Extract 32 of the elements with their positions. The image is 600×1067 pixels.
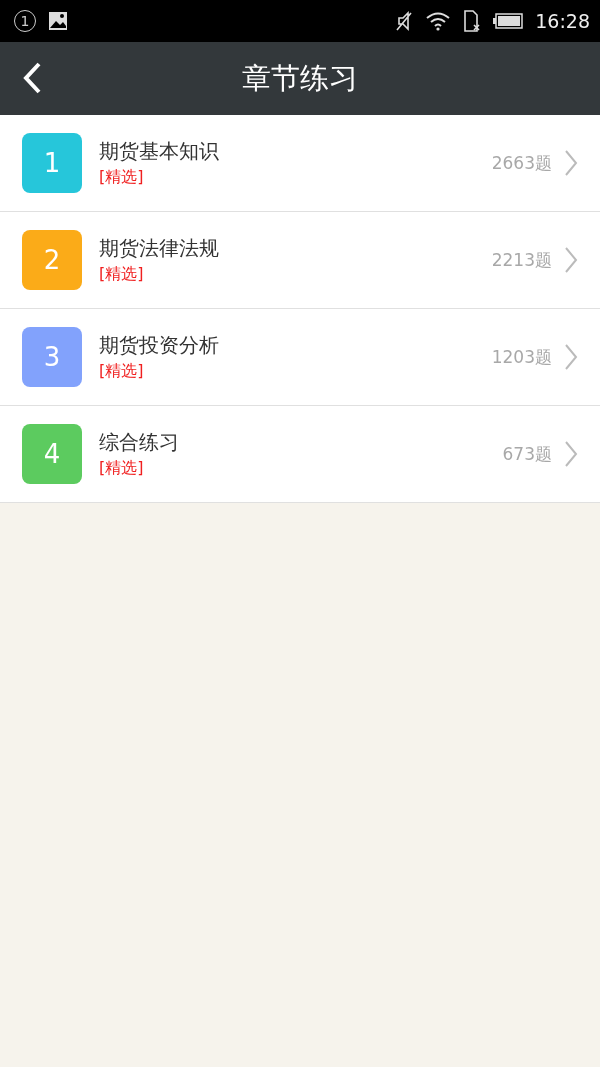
back-icon bbox=[22, 61, 42, 95]
chapter-title: 期货法律法规 bbox=[99, 235, 220, 262]
chapter-title: 综合练习 bbox=[99, 429, 180, 456]
chevron-icon bbox=[564, 246, 578, 274]
image-icon bbox=[48, 11, 68, 31]
wifi-icon bbox=[425, 11, 452, 31]
chapter-number: 4 bbox=[22, 424, 82, 484]
chevron-icon bbox=[564, 149, 578, 177]
mute-icon bbox=[395, 10, 414, 32]
battery-icon bbox=[493, 13, 524, 29]
sim-icon bbox=[463, 10, 482, 32]
chapter-tag: [精选] bbox=[99, 458, 503, 479]
chevron-icon bbox=[564, 440, 578, 468]
chapter-row[interactable]: 3 期货投资分析 [精选] 1203题 bbox=[0, 309, 600, 406]
page-title: 章节练习 bbox=[242, 59, 358, 97]
chapter-tag: [精选] bbox=[99, 361, 492, 382]
chapter-tag: [精选] bbox=[99, 264, 492, 285]
question-count: 2213题 bbox=[491, 248, 552, 272]
chapter-title: 期货基本知识 bbox=[99, 138, 220, 165]
question-count: 2663题 bbox=[491, 151, 552, 175]
chapter-number: 3 bbox=[22, 327, 82, 387]
question-count: 673题 bbox=[502, 442, 552, 466]
chapter-number: 2 bbox=[22, 230, 82, 290]
chapter-title: 期货投资分析 bbox=[99, 332, 220, 359]
clock: 16:28 bbox=[535, 10, 590, 32]
chevron-icon bbox=[564, 343, 578, 371]
chapter-row[interactable]: 1 期货基本知识 [精选] 2663题 bbox=[0, 115, 600, 212]
chapter-tag: [精选] bbox=[99, 167, 492, 188]
chapter-number: 1 bbox=[22, 133, 82, 193]
chapter-row[interactable]: 2 期货法律法规 [精选] 2213题 bbox=[0, 212, 600, 309]
chapter-row[interactable]: 4 综合练习 [精选] 673题 bbox=[0, 406, 600, 503]
question-count: 1203题 bbox=[491, 345, 552, 369]
